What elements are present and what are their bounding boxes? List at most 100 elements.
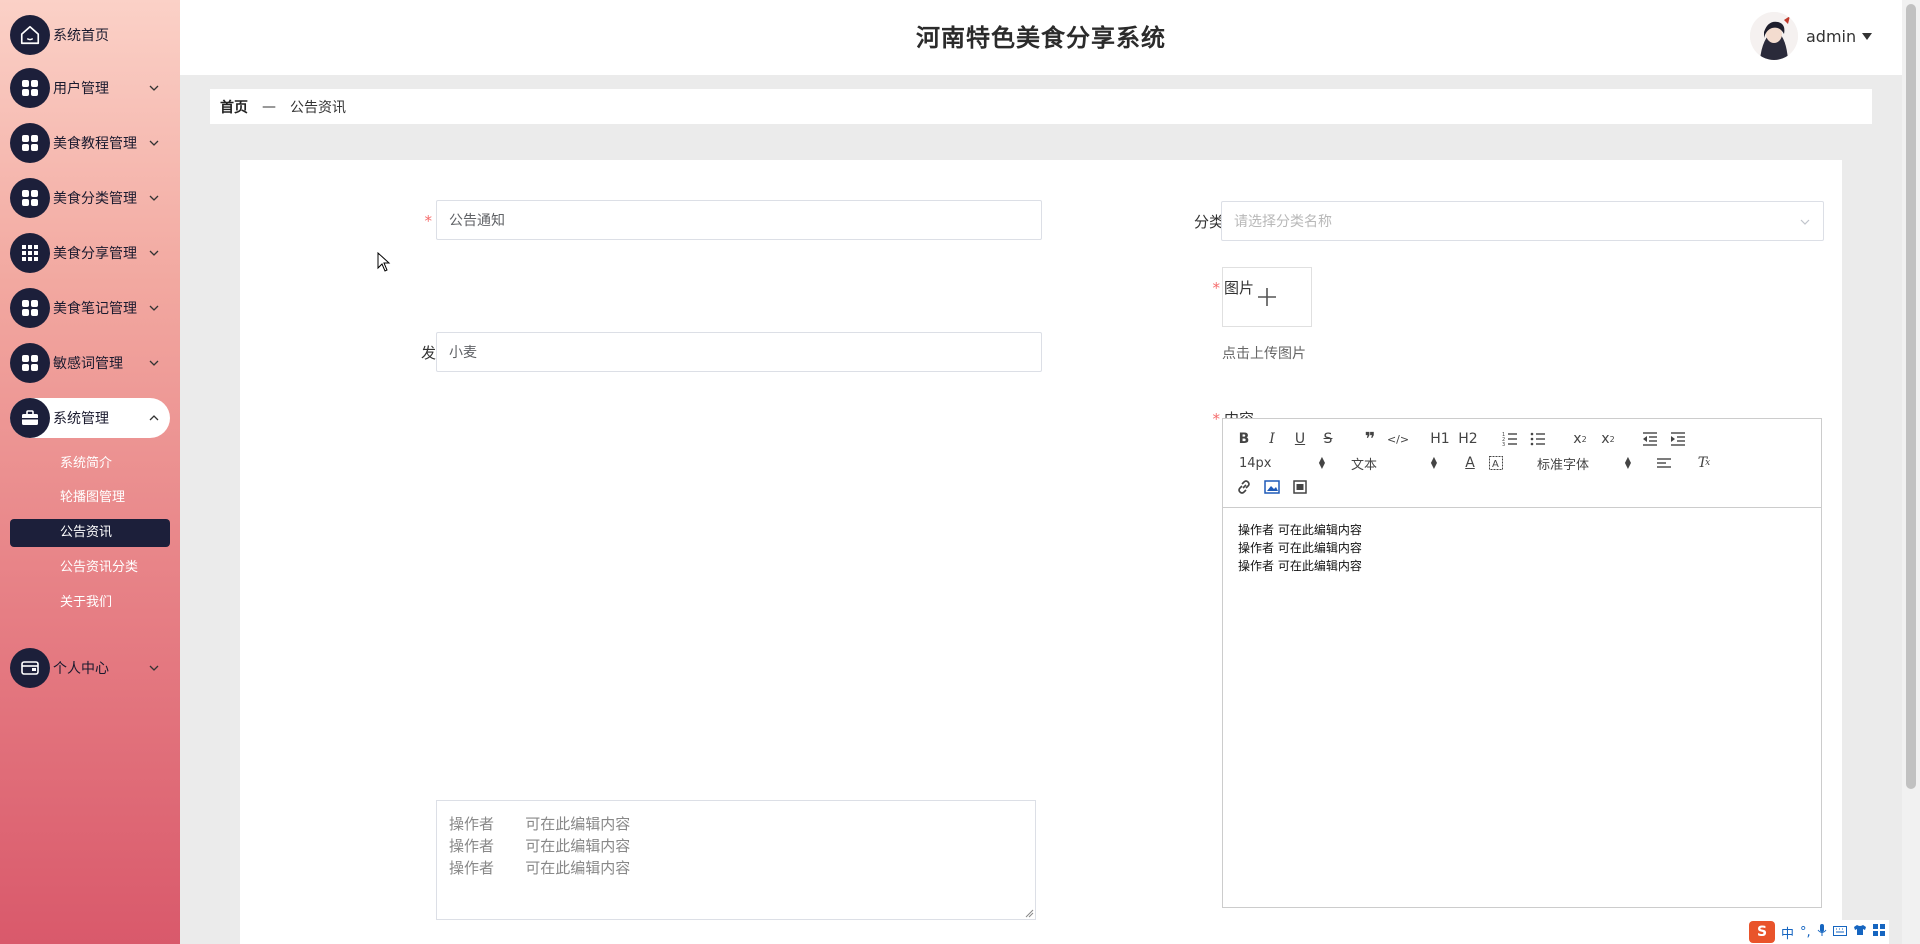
submenu-announcement-category[interactable]: 公告资讯分类 bbox=[10, 554, 170, 582]
home-icon bbox=[10, 15, 50, 55]
superscript-icon[interactable]: x2 bbox=[1597, 429, 1619, 449]
editor-line: 操作者 可在此编辑内容 bbox=[1238, 541, 1362, 555]
username: admin bbox=[1806, 26, 1857, 46]
submenu-carousel[interactable]: 轮播图管理 bbox=[10, 484, 170, 512]
menu-label: 系统管理 bbox=[53, 411, 109, 427]
title-input[interactable]: 公告通知 bbox=[436, 200, 1042, 240]
ordered-list-icon[interactable]: 123 bbox=[1499, 429, 1521, 449]
caret-down-icon bbox=[1862, 32, 1873, 40]
font-family-select[interactable]: 标准字体 ▲ ▼ bbox=[1537, 453, 1631, 473]
strike-button[interactable]: S bbox=[1317, 429, 1339, 449]
background-color-icon[interactable]: A bbox=[1485, 453, 1507, 473]
bullet-list-icon[interactable] bbox=[1527, 429, 1549, 449]
grid-icon bbox=[10, 178, 50, 218]
summary-line: 操作者 可在此编辑内容 bbox=[449, 815, 631, 833]
summary-textarea[interactable]: 操作者 可在此编辑内容 操作者 可在此编辑内容 操作者 可在此编辑内容 bbox=[436, 800, 1036, 920]
editor-toolbar: B I U S ❞ </> H1 H2 123 x2 x2 14px ▲ ▼ 文… bbox=[1223, 419, 1821, 508]
user-menu[interactable]: admin bbox=[1750, 10, 1873, 62]
submenu-announcements[interactable]: 公告资讯 bbox=[10, 519, 170, 547]
align-icon[interactable] bbox=[1653, 453, 1675, 473]
punctuation-icon[interactable]: °, bbox=[1800, 925, 1811, 940]
required-mark: * bbox=[424, 212, 432, 230]
updown-icon: ▲ ▼ bbox=[1624, 455, 1631, 470]
apps-icon[interactable] bbox=[1872, 924, 1885, 940]
category-placeholder: 请选择分类名称 bbox=[1234, 214, 1332, 230]
chevron-down-icon bbox=[149, 305, 159, 311]
menu-label: 美食笔记管理 bbox=[53, 301, 137, 317]
menu-user-management[interactable]: 用户管理 bbox=[10, 68, 170, 108]
outdent-icon[interactable] bbox=[1639, 429, 1661, 449]
indent-icon[interactable] bbox=[1667, 429, 1689, 449]
skin-icon[interactable] bbox=[1853, 924, 1867, 940]
chevron-down-icon bbox=[149, 140, 159, 146]
subscript-icon[interactable]: x2 bbox=[1569, 429, 1591, 449]
image-upload-button[interactable] bbox=[1222, 267, 1312, 327]
heading-select[interactable]: 文本 ▲ ▼ bbox=[1351, 453, 1437, 473]
mic-icon[interactable] bbox=[1817, 923, 1827, 941]
editor-line: 操作者 可在此编辑内容 bbox=[1238, 523, 1362, 537]
font-size-select[interactable]: 14px ▲ ▼ bbox=[1239, 453, 1325, 473]
chevron-down-icon bbox=[149, 250, 159, 256]
video-icon[interactable] bbox=[1289, 477, 1311, 497]
grid-icon bbox=[10, 288, 50, 328]
underline-button[interactable]: U bbox=[1289, 429, 1311, 449]
page-scrollbar[interactable] bbox=[1902, 0, 1920, 944]
page-title: 河南特色美食分享系统 bbox=[916, 24, 1166, 52]
wallet-icon bbox=[10, 648, 50, 688]
menu-system-management[interactable]: 系统管理 bbox=[10, 398, 170, 438]
publisher-input[interactable]: 小麦 bbox=[436, 332, 1042, 372]
menu-food-notes[interactable]: 美食笔记管理 bbox=[10, 288, 170, 328]
menu-label: 美食教程管理 bbox=[53, 136, 137, 152]
menu-recipe-tutorial[interactable]: 美食教程管理 bbox=[10, 123, 170, 163]
sidebar: 系统首页 用户管理 美食教程管理 美食分类管理 美食分享管理 美食笔记管理 敏感… bbox=[0, 0, 180, 944]
summary-line: 操作者 可在此编辑内容 bbox=[449, 837, 631, 855]
resize-grip-icon[interactable] bbox=[1024, 908, 1034, 918]
ime-toolbar[interactable]: S 中 °, bbox=[1745, 920, 1889, 944]
clear-format-icon[interactable]: Tx bbox=[1693, 453, 1715, 473]
menu-label: 用户管理 bbox=[53, 81, 109, 97]
category-select[interactable]: 请选择分类名称 bbox=[1221, 201, 1824, 241]
image-icon[interactable] bbox=[1261, 477, 1283, 497]
menu-label: 美食分享管理 bbox=[53, 246, 137, 262]
breadcrumb-home[interactable]: 首页 bbox=[220, 97, 248, 117]
menu-food-share[interactable]: 美食分享管理 bbox=[10, 233, 170, 273]
menu-home[interactable]: 系统首页 bbox=[10, 15, 170, 55]
briefcase-icon bbox=[10, 398, 50, 438]
quote-icon[interactable]: ❞ bbox=[1359, 429, 1381, 450]
scrollbar-thumb[interactable] bbox=[1906, 4, 1916, 789]
form-card: *标题 公告通知 发布人 小麦 简介 操作者 可在此编辑内容 操作者 可在此编辑… bbox=[240, 160, 1842, 944]
grid-icon bbox=[10, 68, 50, 108]
chevron-down-icon bbox=[149, 665, 159, 671]
h1-button[interactable]: H1 bbox=[1429, 429, 1451, 449]
rich-text-editor: B I U S ❞ </> H1 H2 123 x2 x2 14px ▲ ▼ 文… bbox=[1222, 418, 1822, 908]
grid-icon bbox=[10, 343, 50, 383]
editor-content[interactable]: 操作者 可在此编辑内容 操作者 可在此编辑内容 操作者 可在此编辑内容 bbox=[1223, 509, 1821, 907]
top-header: 河南特色美食分享系统 admin bbox=[180, 0, 1902, 75]
font-size-value: 14px bbox=[1239, 455, 1272, 471]
keyboard-icon[interactable] bbox=[1832, 925, 1847, 940]
chevron-up-icon bbox=[149, 415, 159, 421]
menu-sensitive-words[interactable]: 敏感词管理 bbox=[10, 343, 170, 383]
menu-label: 敏感词管理 bbox=[53, 356, 123, 372]
menu-personal-center[interactable]: 个人中心 bbox=[10, 648, 170, 688]
chevron-down-icon bbox=[1800, 219, 1810, 225]
italic-button[interactable]: I bbox=[1261, 429, 1283, 449]
grid-icon bbox=[10, 123, 50, 163]
h2-button[interactable]: H2 bbox=[1457, 429, 1479, 449]
mouse-cursor-icon bbox=[377, 252, 391, 272]
submenu-system-intro[interactable]: 系统简介 bbox=[10, 450, 170, 478]
menu-food-category[interactable]: 美食分类管理 bbox=[10, 178, 170, 218]
breadcrumb: 首页 — 公告资讯 bbox=[210, 89, 1872, 124]
ime-logo: S bbox=[1749, 921, 1775, 943]
submenu-about-us[interactable]: 关于我们 bbox=[10, 589, 170, 617]
menu-label: 系统首页 bbox=[53, 28, 109, 44]
bold-button[interactable]: B bbox=[1233, 429, 1255, 449]
svg-text:3: 3 bbox=[1502, 442, 1505, 446]
code-icon[interactable]: </> bbox=[1387, 429, 1409, 449]
upload-hint: 点击上传图片 bbox=[1222, 346, 1306, 362]
apps-icon bbox=[10, 233, 50, 273]
font-color-icon[interactable]: A bbox=[1459, 453, 1481, 473]
title-input-value: 公告通知 bbox=[449, 213, 505, 229]
link-icon[interactable] bbox=[1233, 477, 1255, 497]
ime-lang[interactable]: 中 bbox=[1781, 923, 1794, 942]
